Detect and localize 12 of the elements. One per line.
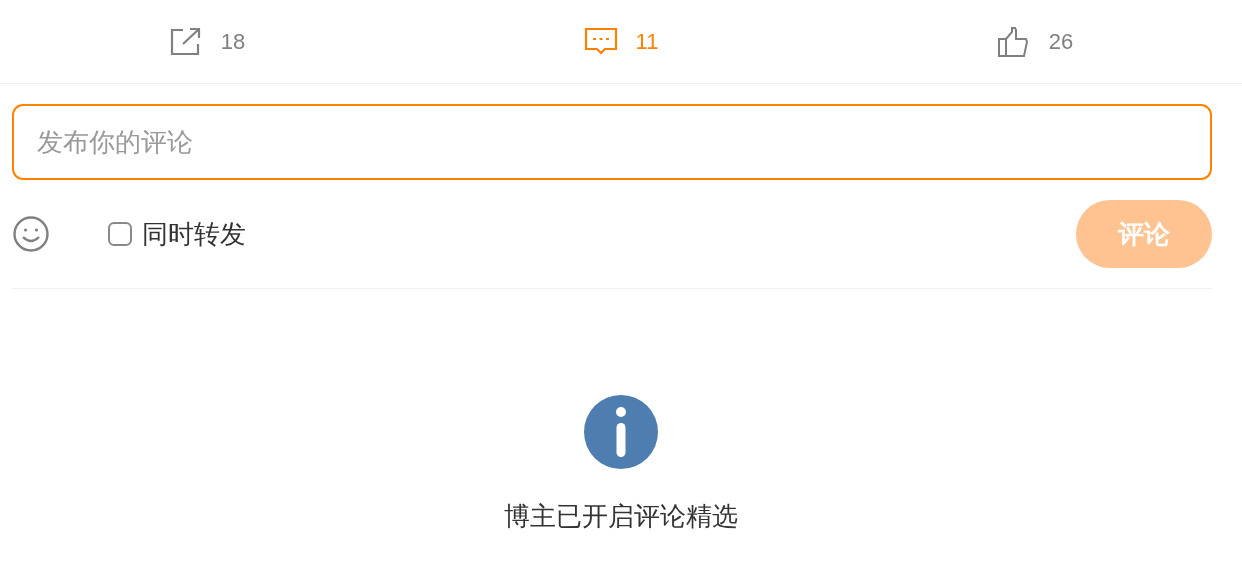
comment-icon (583, 26, 618, 57)
share-icon (168, 26, 203, 57)
like-count[interactable]: 26 (1048, 28, 1074, 55)
repost-checkbox[interactable] (108, 222, 132, 246)
info-icon (584, 395, 658, 469)
smiley-icon[interactable] (12, 215, 50, 253)
repost-label: 同时转发 (142, 217, 246, 251)
thumbs-up-icon (996, 25, 1031, 58)
comment-field[interactable]: 发布你的评论 (12, 104, 1212, 180)
comment-count[interactable]: 11 (635, 28, 659, 55)
notice-text: 博主已开启评论精选 (504, 500, 738, 533)
share-count[interactable]: 18 (220, 28, 246, 55)
